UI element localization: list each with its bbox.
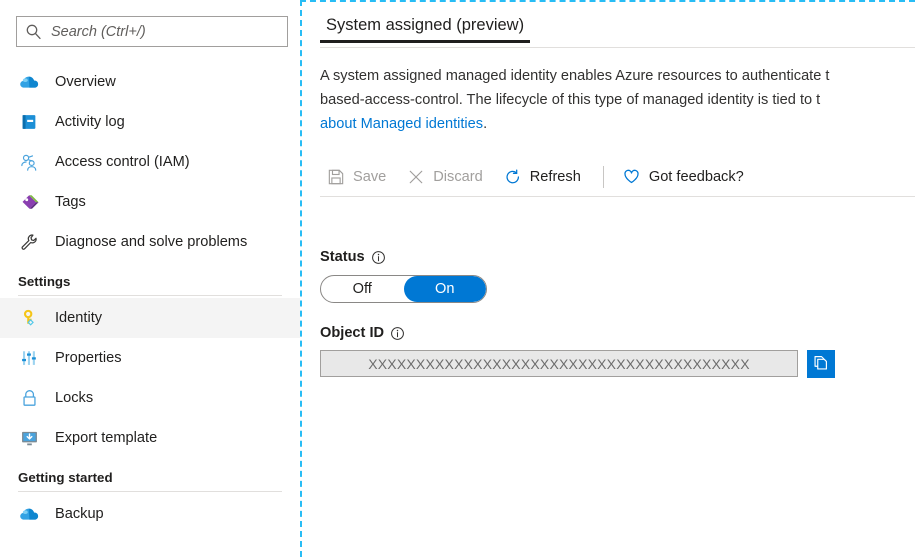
refresh-label: Refresh — [529, 168, 581, 185]
status-toggle[interactable]: Off On — [320, 275, 487, 303]
discard-icon — [406, 167, 426, 187]
sidebar-section-divider — [18, 491, 282, 492]
sidebar-item-access-control[interactable]: Access control (IAM) — [0, 142, 300, 182]
content-inner: System assigned (preview) A system assig… — [302, 2, 915, 557]
sidebar-item-diagnose-and-solve-problems[interactable]: Diagnose and solve problems — [0, 222, 300, 262]
tab-system-assigned[interactable]: System assigned (preview) — [320, 16, 531, 43]
sidebar-item-backup[interactable]: Backup — [0, 494, 300, 534]
discard-button[interactable]: Discard — [400, 158, 492, 196]
cloud-icon — [18, 71, 40, 93]
tag-icon — [18, 191, 40, 213]
azure-portal-identity-blade: « Overview — [0, 0, 915, 557]
refresh-button[interactable]: Refresh — [497, 158, 591, 196]
sidebar-item-activity-log[interactable]: Activity log — [0, 102, 300, 142]
lock-icon — [18, 387, 40, 409]
save-icon — [326, 167, 346, 187]
copy-object-id-button[interactable] — [807, 350, 835, 378]
identity-content-pane: System assigned (preview) A system assig… — [300, 0, 915, 557]
description-line-2: based-access-control. The lifecycle of t… — [320, 92, 821, 108]
object-id-row — [320, 350, 835, 378]
sidebar-item-overview[interactable]: Overview — [0, 62, 300, 102]
description-line-3: about Managed identities. — [320, 112, 915, 136]
managed-identities-link[interactable]: about Managed identities — [320, 116, 483, 132]
sidebar-item-properties[interactable]: Properties — [0, 338, 300, 378]
search-input[interactable] — [51, 23, 279, 40]
sidebar-item-label: Activity log — [55, 114, 125, 130]
command-bar: Save Discard Refresh Got feedback? — [320, 157, 915, 197]
sidebar-section-getting-started: Getting started — [18, 470, 113, 485]
sidebar-item-label: Export template — [55, 430, 158, 446]
activity-log-icon — [18, 111, 40, 133]
copy-icon — [812, 354, 830, 375]
tabstrip: System assigned (preview) — [320, 16, 915, 48]
search-box[interactable] — [16, 16, 288, 47]
sidebar-item-label: Tags — [55, 194, 86, 210]
save-button[interactable]: Save — [320, 158, 396, 196]
status-toggle-off[interactable]: Off — [321, 276, 404, 302]
status-toggle-on[interactable]: On — [403, 276, 486, 302]
heart-icon — [622, 167, 642, 187]
got-feedback-label: Got feedback? — [648, 168, 744, 185]
sliders-icon — [18, 347, 40, 369]
sidebar-section-settings: Settings — [18, 274, 71, 289]
wrench-icon — [18, 231, 40, 253]
info-icon[interactable] — [371, 250, 386, 265]
description-line-1: A system assigned managed identity enabl… — [320, 68, 830, 84]
sidebar-item-label: Identity — [55, 310, 103, 326]
object-id-label-row: Object ID — [320, 325, 405, 341]
description-line-3-tail: . — [483, 116, 488, 132]
people-icon — [18, 151, 40, 173]
sidebar-item-label: Backup — [55, 506, 104, 522]
got-feedback-button[interactable]: Got feedback? — [616, 158, 754, 196]
sidebar-nav-list: Overview Activity log Access control (IA… — [0, 62, 300, 557]
status-label-row: Status — [320, 249, 386, 265]
sidebar-item-export-template[interactable]: Export template — [0, 418, 300, 458]
sidebar-item-label: Locks — [55, 390, 94, 406]
search-icon — [25, 23, 42, 40]
sidebar-item-tags[interactable]: Tags — [0, 182, 300, 222]
refresh-icon — [503, 167, 523, 187]
key-icon — [18, 307, 40, 329]
tabstrip-underline — [320, 47, 915, 48]
save-label: Save — [353, 168, 387, 185]
sidebar-item-label: Access control (IAM) — [55, 154, 190, 170]
sidebar-item-label: Diagnose and solve problems — [55, 234, 248, 250]
resource-menu-sidebar: « Overview — [0, 0, 300, 557]
sidebar-item-label: Overview — [55, 74, 116, 90]
sidebar-item-label: Properties — [55, 350, 122, 366]
info-icon[interactable] — [390, 326, 405, 341]
sidebar-search — [16, 16, 288, 47]
sidebar-item-identity[interactable]: Identity — [0, 298, 300, 338]
export-template-icon — [18, 427, 40, 449]
object-id-input[interactable] — [320, 350, 798, 377]
discard-label: Discard — [433, 168, 483, 185]
sidebar-item-locks[interactable]: Locks — [0, 378, 300, 418]
command-separator — [602, 165, 604, 188]
object-id-label: Object ID — [320, 325, 385, 341]
sidebar-section-divider — [18, 295, 282, 296]
cloud-icon — [18, 503, 40, 525]
status-label: Status — [320, 249, 365, 265]
blade-description: A system assigned managed identity enabl… — [320, 64, 915, 136]
